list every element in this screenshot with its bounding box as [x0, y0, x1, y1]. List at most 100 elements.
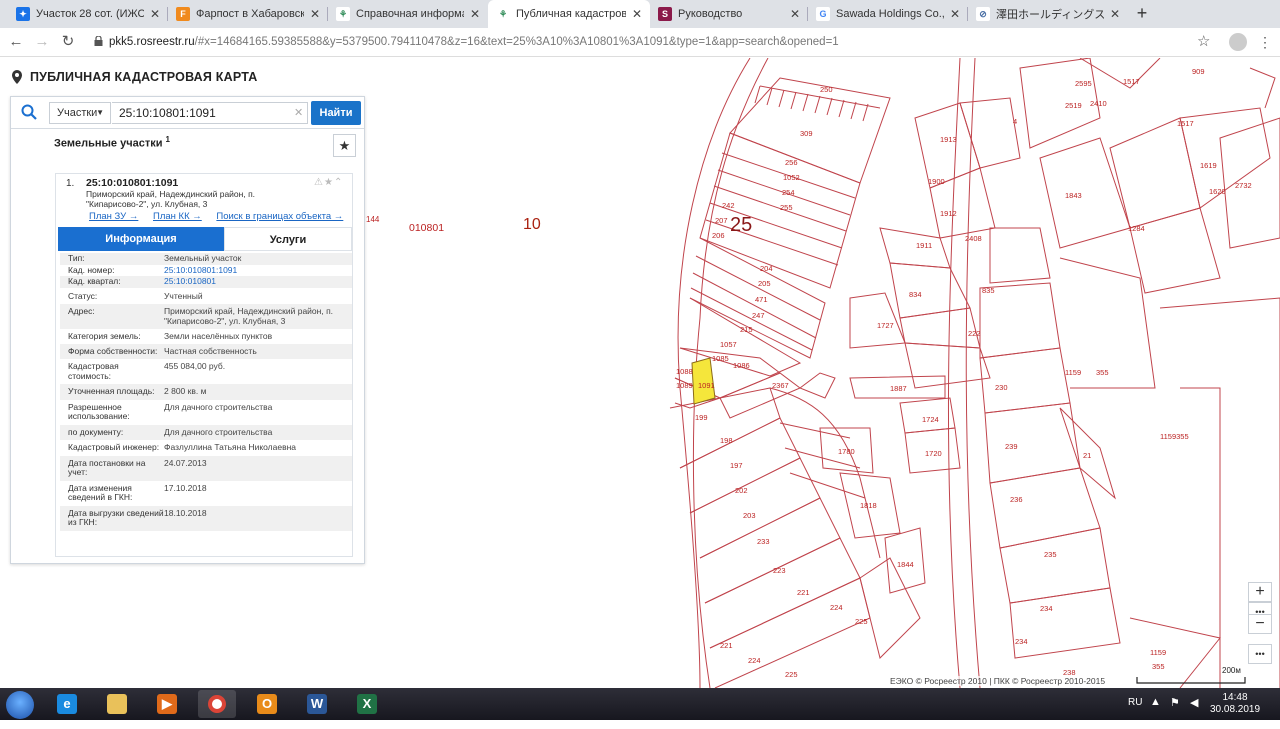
back-button[interactable]: ←: [6, 32, 26, 52]
browser-tab[interactable]: ⚘ Справочная информация ✕: [328, 0, 488, 28]
svg-text:197: 197: [730, 461, 743, 470]
profile-avatar[interactable]: [1229, 33, 1247, 51]
result-actions[interactable]: ⚠★⌃: [314, 177, 343, 188]
lock-icon: [94, 36, 103, 46]
svg-text:909: 909: [1192, 67, 1205, 76]
volume-icon[interactable]: ◀: [1190, 696, 1198, 728]
reload-button[interactable]: ↻: [58, 32, 78, 52]
close-icon[interactable]: ✕: [950, 7, 960, 21]
browser-tab[interactable]: ⊘ 澤田ホールディングス ✕: [968, 0, 1128, 28]
svg-text:2408: 2408: [965, 234, 982, 243]
attr-row: Кад. номер: 25:10:010801:1091: [68, 264, 238, 275]
favorite-star-button[interactable]: ★: [333, 134, 356, 157]
star-icon[interactable]: ★: [324, 177, 334, 188]
svg-text:1720: 1720: [925, 449, 942, 458]
svg-text:1911: 1911: [916, 241, 932, 250]
browser-tab[interactable]: F Фарпост в Хабаровске - … ✕: [168, 0, 328, 28]
browser-tab-active[interactable]: ⚘ Публичная кадастровая ✕: [488, 0, 650, 28]
svg-text:2410: 2410: [1090, 99, 1107, 108]
svg-text:2519: 2519: [1065, 101, 1082, 110]
tab-services[interactable]: Услуги: [224, 227, 352, 251]
search-bounds-link[interactable]: Поиск в границах объекта →: [216, 211, 343, 222]
browser-tab[interactable]: S Руководство ✕: [650, 0, 808, 28]
attr-row: Дата выгрузки сведений из ГКН: 18.10.2018: [60, 505, 352, 531]
plan-zu-link[interactable]: План ЗУ →: [89, 211, 138, 222]
tab-information[interactable]: Информация: [58, 227, 224, 251]
attr-row: Разрешенное использование: Для дачного ст…: [68, 401, 273, 421]
browser-menu-icon[interactable]: ⋮: [1258, 32, 1272, 52]
attr-row: Кадастровый инженер: Фазлуллина Татьяна Н…: [68, 442, 297, 452]
scale-label: 200м: [1222, 666, 1241, 675]
svg-text:1844: 1844: [897, 560, 914, 569]
excel-icon[interactable]: X: [348, 690, 386, 718]
explorer-icon[interactable]: [98, 690, 136, 718]
ie-icon[interactable]: e: [48, 690, 86, 718]
close-icon[interactable]: ✕: [310, 7, 320, 21]
plan-kk-link[interactable]: План КК →: [153, 211, 202, 222]
close-icon[interactable]: ✕: [470, 7, 480, 21]
result-links: План ЗУ → План КК → Поиск в границах объ…: [89, 211, 355, 222]
clock-date: 30.08.2019: [1210, 704, 1261, 715]
browser-tab[interactable]: G Sawada Holdings Co., Ltd ✕: [808, 0, 968, 28]
search-icon[interactable]: [21, 104, 37, 120]
svg-text:230: 230: [995, 383, 1008, 392]
warning-icon[interactable]: ⚠: [314, 177, 324, 188]
svg-text:206: 206: [712, 231, 725, 240]
svg-text:1724: 1724: [922, 415, 939, 424]
svg-text:225: 225: [785, 670, 798, 679]
svg-text:835: 835: [982, 286, 995, 295]
map-more-icon[interactable]: •••: [1248, 644, 1272, 664]
zoom-in-button[interactable]: +: [1248, 582, 1272, 602]
search-input[interactable]: 25:10:10801:1091: [112, 102, 308, 124]
svg-text:242: 242: [722, 201, 735, 210]
svg-text:1052: 1052: [783, 173, 800, 182]
outlook-icon[interactable]: O: [248, 690, 286, 718]
svg-text:1818: 1818: [860, 501, 877, 510]
svg-text:1159: 1159: [1065, 368, 1081, 377]
svg-text:1900: 1900: [928, 177, 945, 186]
svg-text:198: 198: [720, 436, 733, 445]
network-icon[interactable]: ⚑: [1170, 696, 1180, 728]
start-button[interactable]: [6, 691, 34, 719]
chrome-icon[interactable]: [198, 690, 236, 718]
attr-row: Форма собственности: Частная собственност…: [60, 343, 352, 359]
close-icon[interactable]: ✕: [790, 7, 800, 21]
new-tab-button[interactable]: +: [1131, 3, 1153, 25]
search-row: Участки ▼ 25:10:10801:1091 ✕ Найти: [11, 97, 364, 129]
close-icon[interactable]: ✕: [150, 7, 160, 21]
svg-text:4: 4: [1013, 117, 1017, 126]
attr-row: Категория земель: Земли населённых пункто…: [68, 331, 273, 341]
result-title[interactable]: 25:10:010801:1091: [86, 177, 178, 189]
close-icon[interactable]: ✕: [1110, 7, 1120, 21]
svg-text:221: 221: [797, 588, 810, 597]
zoom-out-button[interactable]: −: [1248, 614, 1272, 634]
clear-icon[interactable]: ✕: [294, 106, 303, 119]
forward-button[interactable]: →: [32, 32, 52, 52]
scale-bar: [1136, 677, 1246, 684]
svg-text:221: 221: [720, 641, 733, 650]
svg-text:1727: 1727: [877, 321, 894, 330]
collapse-icon[interactable]: ⌃: [334, 177, 343, 188]
system-clock[interactable]: 14:48 30.08.2019: [1210, 692, 1260, 716]
find-button[interactable]: Найти: [311, 101, 361, 125]
attribute-table: Тип: Земельный участок Кад. номер: 25:10:0…: [60, 253, 352, 531]
browser-tab[interactable]: ✦ Участок 28 сот. (ИЖС) - я ✕: [8, 0, 168, 28]
cadastral-map[interactable]: 250309 2561052254255 242207206 204205471…: [660, 58, 1280, 688]
svg-text:2367: 2367: [772, 381, 789, 390]
close-icon[interactable]: ✕: [632, 7, 642, 21]
media-player-icon[interactable]: ▶: [148, 690, 186, 718]
object-type-select[interactable]: Участки ▼: [49, 102, 111, 124]
svg-text:1057: 1057: [720, 340, 737, 349]
language-indicator[interactable]: RU: [1128, 697, 1142, 729]
svg-text:254: 254: [782, 188, 795, 197]
svg-text:199: 199: [695, 413, 708, 422]
attr-row: Статус: Учтенный: [68, 290, 203, 301]
svg-text:202: 202: [735, 486, 748, 495]
svg-text:1159355: 1159355: [1160, 432, 1189, 441]
map-label-edge: 144: [366, 215, 380, 224]
address-bar[interactable]: pkk5.rosreestr.ru/#x=14684165.59385588&y…: [88, 31, 1223, 54]
word-icon[interactable]: W: [298, 690, 336, 718]
bookmark-star-icon[interactable]: ☆: [1197, 32, 1210, 50]
tray-arrow-icon[interactable]: ▲: [1150, 696, 1161, 728]
url-host: pkk5.rosreestr.ru: [109, 36, 195, 48]
